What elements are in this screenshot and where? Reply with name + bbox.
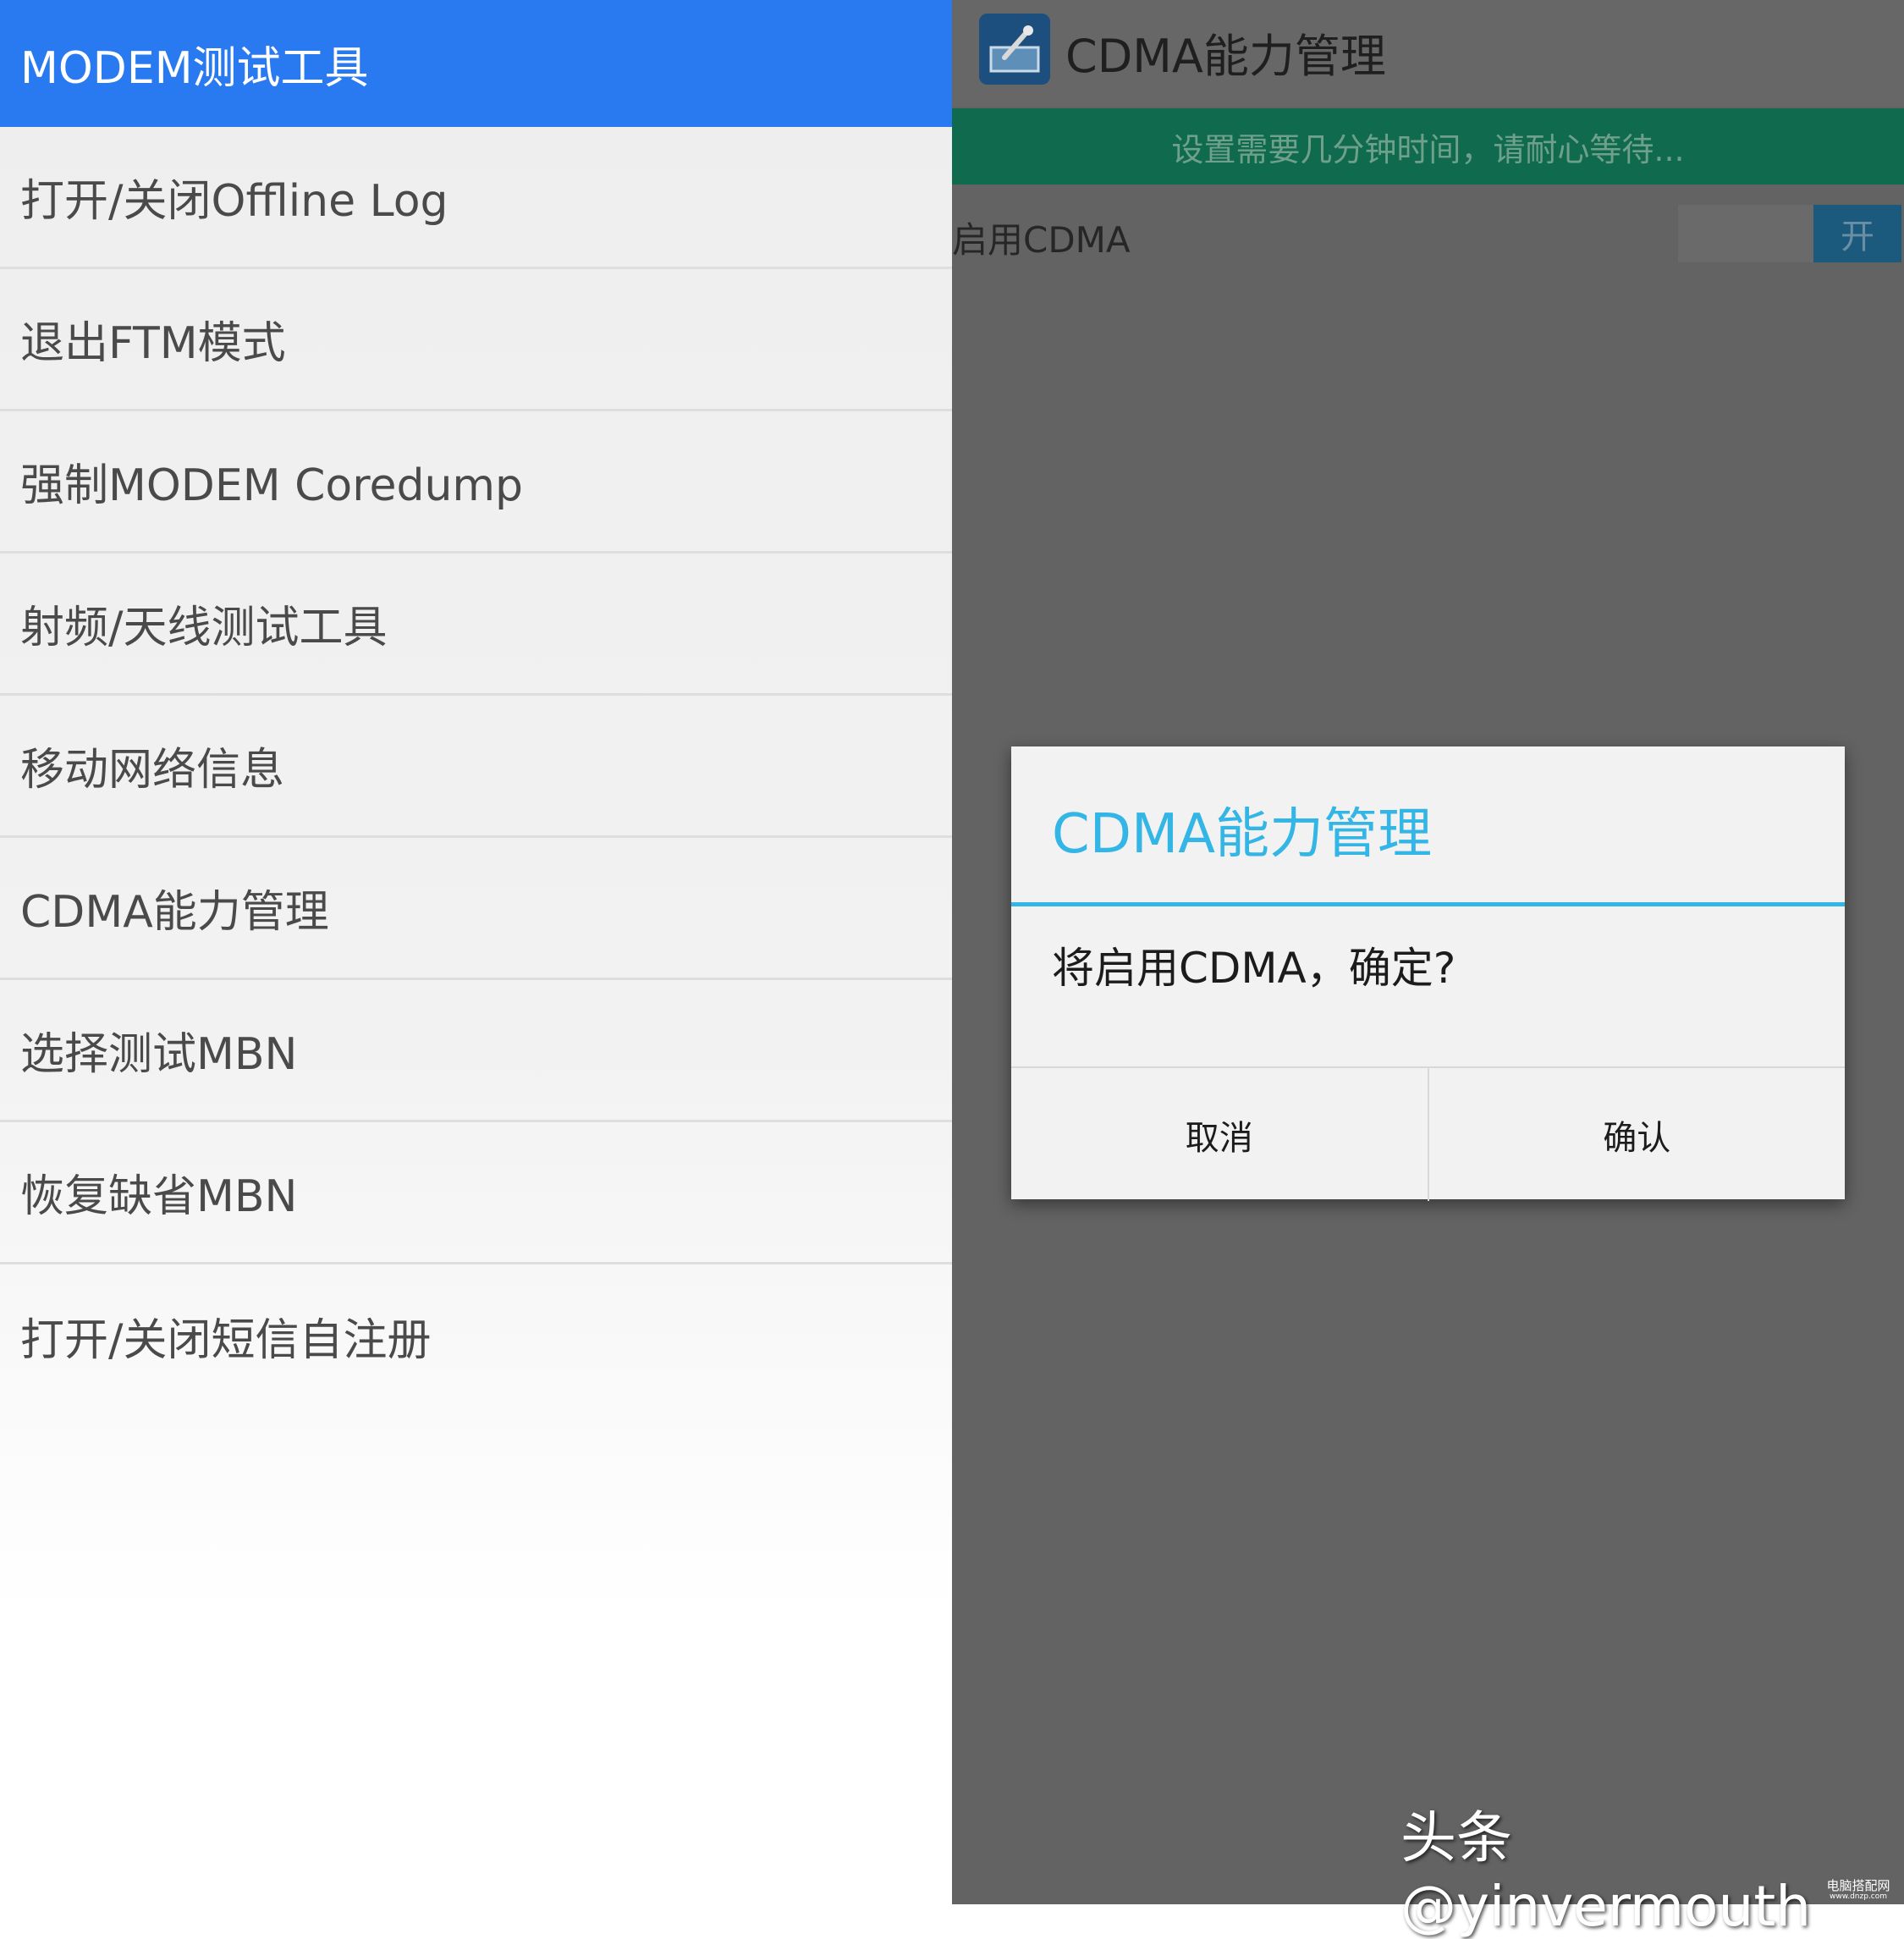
app-icon: [979, 14, 1050, 85]
menu-item-mobile-network-info[interactable]: 移动网络信息: [0, 696, 952, 838]
dialog-message: 将启用CDMA，确定?: [1052, 944, 1456, 993]
menu-item-cdma-capability[interactable]: CDMA能力管理: [0, 838, 952, 980]
menu-item-label: 选择测试MBN: [20, 1029, 298, 1080]
menu-item-select-test-mbn[interactable]: 选择测试MBN: [0, 980, 952, 1122]
enable-cdma-label: 启用CDMA: [952, 219, 1131, 261]
corner-watermark-url: www.dnzp.com: [1829, 1892, 1888, 1901]
dialog-title: CDMA能力管理: [1052, 803, 1432, 866]
modem-menu-list: 打开/关闭Offline Log 退出FTM模式 强制MODEM Coredum…: [0, 127, 952, 1407]
confirm-dialog: CDMA能力管理 将启用CDMA，确定? 取消 确认: [1011, 746, 1845, 1201]
menu-item-label: 退出FTM模式: [20, 318, 286, 369]
enable-cdma-toggle[interactable]: 开: [1678, 205, 1901, 262]
menu-item-label: 恢复缺省MBN: [20, 1171, 298, 1222]
menu-item-label: 移动网络信息: [20, 745, 285, 796]
menu-item-rf-antenna-test[interactable]: 射频/天线测试工具: [0, 554, 952, 696]
app-bar: CDMA能力管理: [952, 0, 1904, 107]
menu-item-label: CDMA能力管理: [20, 887, 329, 938]
notice-banner: 设置需要几分钟时间，请耐心等待...: [952, 108, 1904, 185]
menu-item-exit-ftm[interactable]: 退出FTM模式: [0, 269, 952, 411]
modem-tool-panel: MODEM测试工具 打开/关闭Offline Log 退出FTM模式 强制MOD…: [0, 0, 952, 1904]
notice-text: 设置需要几分钟时间，请耐心等待...: [1171, 130, 1685, 168]
menu-item-label: 打开/关闭Offline Log: [20, 176, 448, 227]
dialog-button-bar: 取消 确认: [1011, 1066, 1845, 1201]
corner-watermark-text: 电脑搭配网: [1826, 1877, 1890, 1893]
menu-item-restore-default-mbn[interactable]: 恢复缺省MBN: [0, 1122, 952, 1264]
toggle-state-label: 开: [1813, 205, 1901, 262]
modem-tool-title: MODEM测试工具: [20, 42, 369, 94]
menu-item-offline-log[interactable]: 打开/关闭Offline Log: [0, 127, 952, 269]
menu-item-sms-self-register[interactable]: 打开/关闭短信自注册: [0, 1264, 952, 1407]
watermark-text: 头条 @yinvermouth: [1400, 1805, 1812, 1939]
menu-item-label: 打开/关闭短信自注册: [20, 1314, 432, 1366]
confirm-button[interactable]: 确认: [1427, 1068, 1846, 1201]
menu-item-force-coredump[interactable]: 强制MODEM Coredump: [0, 411, 952, 554]
corner-watermark: 电脑搭配网 www.dnzp.com: [1819, 1877, 1897, 1901]
modem-tool-header: MODEM测试工具: [0, 0, 952, 127]
app-bar-title: CDMA能力管理: [1065, 30, 1386, 83]
dialog-divider: [1011, 902, 1845, 906]
menu-item-label: 强制MODEM Coredump: [20, 460, 524, 511]
menu-item-label: 射频/天线测试工具: [20, 603, 388, 653]
cancel-button[interactable]: 取消: [1011, 1068, 1428, 1201]
